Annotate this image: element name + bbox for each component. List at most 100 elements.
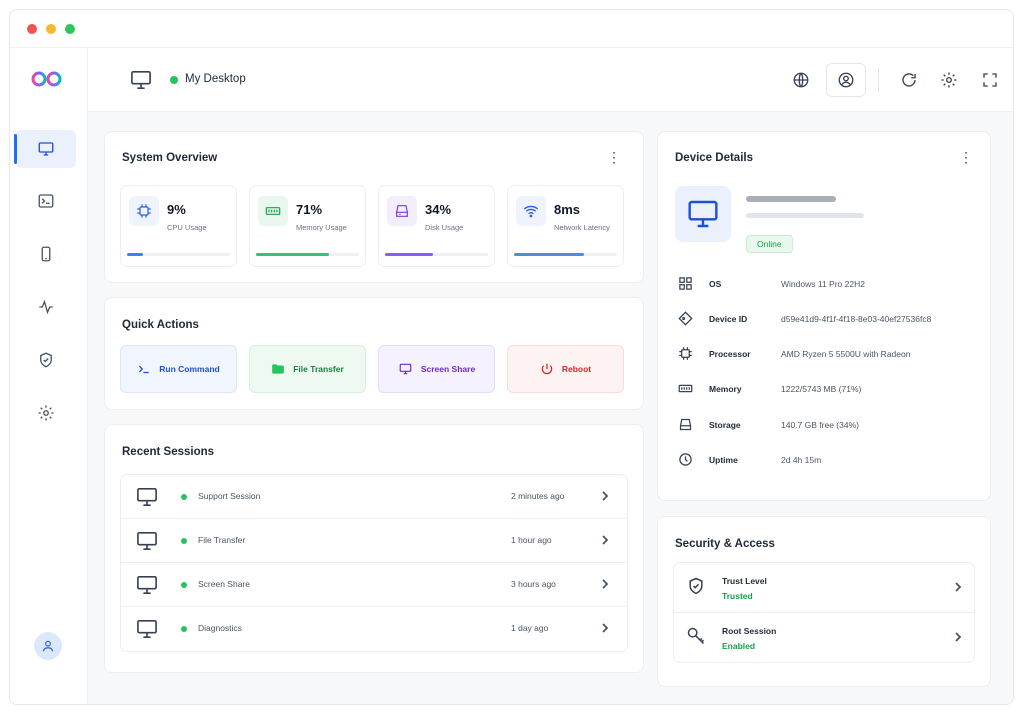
- recent-sessions-title: Recent Sessions: [122, 446, 215, 458]
- system-overview-title: System Overview: [122, 152, 218, 164]
- chevron-right-icon: [602, 535, 609, 545]
- detail-key: Processor: [709, 349, 751, 359]
- stat-cpu: 9% CPU Usage: [120, 185, 237, 267]
- detail-key: Uptime: [709, 455, 738, 465]
- stat-label: Disk Usage: [425, 223, 464, 232]
- status-dot: [181, 626, 187, 632]
- quick-actions-title: Quick Actions: [122, 319, 199, 331]
- root-session-row[interactable]: Root Session Enabled: [674, 613, 974, 663]
- app-logo: [30, 70, 64, 97]
- file-transfer-label: File Transfer: [293, 364, 344, 374]
- file-transfer-button[interactable]: File Transfer: [249, 345, 366, 393]
- monitor-icon: [137, 532, 157, 550]
- security-item-title: Root Session: [722, 626, 777, 636]
- run-command-button[interactable]: Run Command: [120, 345, 237, 393]
- nav-monitor[interactable]: [14, 130, 76, 168]
- stat-memory: 71% Memory Usage: [249, 185, 366, 267]
- session-time: 2 minutes ago: [511, 491, 565, 501]
- stat-network: 8ms Network Latency: [507, 185, 624, 267]
- detail-value: 2d 4h 15m: [781, 455, 822, 465]
- close-window-button[interactable]: [27, 23, 37, 34]
- progress-fill: [127, 253, 144, 256]
- maximize-window-button[interactable]: [65, 23, 75, 34]
- nav-activity[interactable]: [16, 288, 76, 326]
- session-name: Screen Share: [198, 579, 250, 589]
- main-content: System Overview ⋮ 9% CPU Usage 71% Memor…: [88, 112, 1013, 704]
- device-name-placeholder: [746, 196, 836, 202]
- wifi-icon: [516, 196, 546, 226]
- cpu-icon: [129, 196, 159, 226]
- gear-icon: [941, 72, 957, 88]
- nav-security[interactable]: [16, 341, 76, 379]
- tag-icon: [678, 311, 693, 326]
- activity-icon: [39, 299, 53, 315]
- monitor-icon: [137, 576, 157, 594]
- monitor-icon: [130, 70, 152, 95]
- clock-icon: [679, 453, 692, 466]
- screen-share-button[interactable]: Screen Share: [378, 345, 495, 393]
- detail-row-uptime: Uptime 2d 4h 15m: [678, 450, 978, 470]
- nav-terminal[interactable]: [16, 182, 76, 220]
- grid-icon: [679, 277, 692, 290]
- shield-check-icon: [40, 352, 52, 368]
- security-access-card: Security & Access Trust Level Trusted Ro…: [657, 516, 991, 687]
- device-details-menu-button[interactable]: ⋮: [959, 150, 973, 164]
- system-overview-menu-button[interactable]: ⋮: [607, 150, 621, 164]
- monitor-icon: [137, 620, 157, 638]
- monitor-icon: [399, 363, 412, 375]
- chevron-right-icon: [602, 623, 609, 633]
- reboot-button[interactable]: Reboot: [507, 345, 624, 393]
- chevron-right-icon: [955, 632, 962, 642]
- chevron-right-icon: [602, 491, 609, 501]
- detail-value: 140.7 GB free (34%): [781, 420, 859, 430]
- nav-mobile[interactable]: [16, 235, 76, 273]
- refresh-icon: [902, 73, 916, 87]
- recent-sessions-card: Recent Sessions Support Session 2 minute…: [104, 424, 644, 673]
- shield-check-icon: [689, 577, 703, 595]
- user-avatar[interactable]: [34, 632, 62, 660]
- detail-row-os: OS Windows 11 Pro 22H2: [678, 274, 978, 294]
- online-badge: Online: [746, 235, 793, 253]
- chevron-right-icon: [955, 582, 962, 592]
- globe-icon: [793, 72, 809, 88]
- session-time: 3 hours ago: [511, 579, 556, 589]
- trust-level-row[interactable]: Trust Level Trusted: [674, 563, 974, 613]
- detail-row-storage: Storage 140.7 GB free (34%): [678, 415, 978, 435]
- sessions-list: Support Session 2 minutes ago File Trans…: [120, 474, 628, 652]
- detail-row-processor: Processor AMD Ryzen 5 5500U with Radeon: [678, 344, 978, 364]
- language-button[interactable]: [785, 64, 817, 96]
- session-row[interactable]: Screen Share 3 hours ago: [121, 563, 627, 607]
- session-row[interactable]: File Transfer 1 hour ago: [121, 519, 627, 563]
- detail-key: Memory: [709, 384, 742, 394]
- monitor-icon: [688, 200, 718, 228]
- account-button[interactable]: [826, 63, 866, 97]
- status-dot: [181, 494, 187, 500]
- status-dot: [181, 538, 187, 544]
- minimize-window-button[interactable]: [46, 23, 56, 34]
- settings-button[interactable]: [933, 64, 965, 96]
- nav-settings[interactable]: [16, 394, 76, 432]
- device-name: My Desktop: [185, 73, 246, 85]
- progress-bar: [256, 253, 359, 256]
- progress-bar: [385, 253, 488, 256]
- session-row[interactable]: Support Session 2 minutes ago: [121, 475, 627, 519]
- progress-bar: [514, 253, 617, 256]
- detail-key: OS: [709, 279, 722, 289]
- stat-label: Memory Usage: [296, 223, 347, 232]
- session-row[interactable]: Diagnostics 1 day ago: [121, 607, 627, 651]
- disk-icon: [387, 196, 417, 226]
- quick-actions-card: Quick Actions Run Command File Transfer …: [104, 297, 644, 410]
- stat-label: Network Latency: [554, 223, 610, 232]
- session-time: 1 hour ago: [511, 535, 552, 545]
- detail-value: AMD Ryzen 5 5500U with Radeon: [781, 349, 911, 359]
- stat-disk: 34% Disk Usage: [378, 185, 495, 267]
- cpu-icon: [679, 347, 692, 360]
- refresh-button[interactable]: [893, 64, 925, 96]
- memory-icon: [258, 196, 288, 226]
- detail-row-device-id: Device ID d59e41d9-4f1f-4f18-8e03-40ef27…: [678, 309, 978, 329]
- stat-value: 71%: [296, 202, 323, 217]
- stat-value: 8ms: [554, 202, 581, 217]
- device-avatar: [675, 186, 731, 242]
- reboot-label: Reboot: [561, 364, 592, 374]
- fullscreen-button[interactable]: [974, 64, 1006, 96]
